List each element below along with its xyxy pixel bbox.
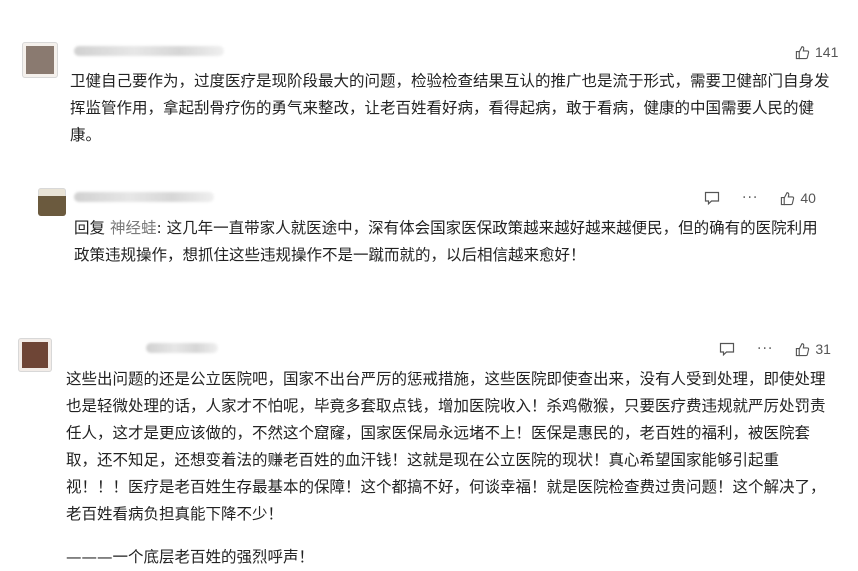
username-blurred[interactable] [74, 192, 214, 202]
comment-actions: ··· 40 [704, 190, 816, 206]
reply-button[interactable] [704, 191, 742, 205]
like-button[interactable]: 141 [795, 44, 838, 60]
thumbs-up-icon [796, 342, 810, 356]
like-button[interactable]: 31 [795, 341, 831, 357]
reply-button[interactable] [719, 342, 757, 356]
username-blurred[interactable] [146, 343, 218, 353]
comment-text: 回复 神经蛙: 这几年一直带家人就医途中，深有体会国家医保政策越来越好越来越便民… [74, 215, 826, 269]
more-icon[interactable]: ··· [742, 191, 758, 205]
avatar[interactable] [38, 188, 66, 216]
like-count: 40 [800, 190, 816, 206]
thumbs-up-icon [795, 45, 810, 59]
like-button[interactable]: 40 [780, 190, 816, 206]
like-count: 141 [815, 44, 839, 60]
avatar[interactable] [18, 338, 52, 372]
reply-mention[interactable]: 神经蛙 [110, 219, 157, 237]
comment-actions: 141 [795, 44, 838, 60]
reply-icon [719, 342, 735, 356]
reply-prefix: 回复 [74, 219, 106, 237]
comment-actions: ··· 31 [719, 341, 831, 357]
username-blurred[interactable] [74, 46, 224, 56]
reply-body: : 这几年一直带家人就医途中，深有体会国家医保政策越来越好越来越便民，但的确有的… [74, 219, 818, 264]
thumbs-up-icon [781, 191, 795, 205]
comment-text: 卫健自己要作为，过度医疗是现阶段最大的问题，检验检查结果互认的推广也是流于形式，… [70, 72, 830, 144]
more-icon[interactable]: ··· [757, 342, 773, 356]
like-count: 31 [815, 341, 831, 357]
reply-icon [704, 191, 720, 205]
comment-signature: ———一个底层老百姓的强烈呼声！ [66, 548, 315, 566]
comment-text: 这些出问题的还是公立医院吧，国家不出台严厉的惩戒措施，这些医院即使查出来，没有人… [66, 370, 826, 523]
avatar[interactable] [22, 42, 58, 78]
